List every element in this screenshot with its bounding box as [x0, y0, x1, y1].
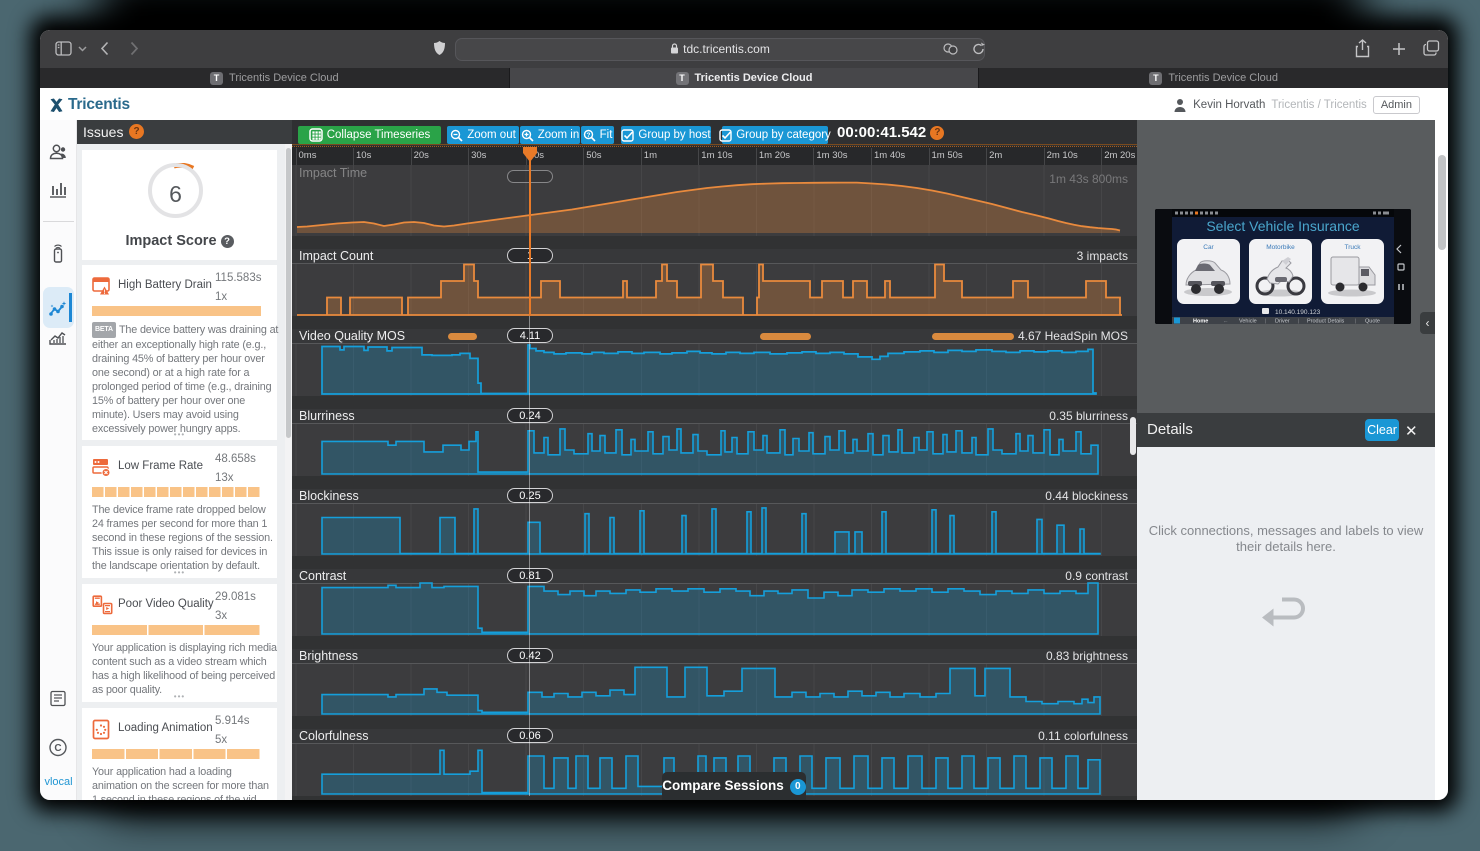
svg-text:C: C [54, 743, 61, 754]
svg-text:Select Vehicle Insurance: Select Vehicle Insurance [1206, 218, 1360, 234]
svg-text:Car: Car [1203, 244, 1214, 251]
svg-text:Motorbike: Motorbike [1266, 244, 1295, 251]
svg-text:Driver: Driver [1275, 319, 1290, 325]
svg-text:←: ← [1223, 319, 1229, 325]
svg-text:!: ! [104, 290, 106, 296]
svg-text:Truck: Truck [1344, 244, 1361, 251]
svg-text:?: ? [586, 132, 590, 139]
svg-text:|: | [1298, 319, 1299, 325]
svg-text:Home: Home [1193, 319, 1208, 325]
svg-text:|: | [1265, 319, 1266, 325]
svg-text:10.140.190.123: 10.140.190.123 [1275, 309, 1321, 316]
svg-text:Quote: Quote [1365, 319, 1380, 325]
svg-text:|: | [1355, 319, 1356, 325]
svg-text:Product Details: Product Details [1307, 319, 1345, 325]
svg-text:Vehicle: Vehicle [1239, 319, 1257, 325]
